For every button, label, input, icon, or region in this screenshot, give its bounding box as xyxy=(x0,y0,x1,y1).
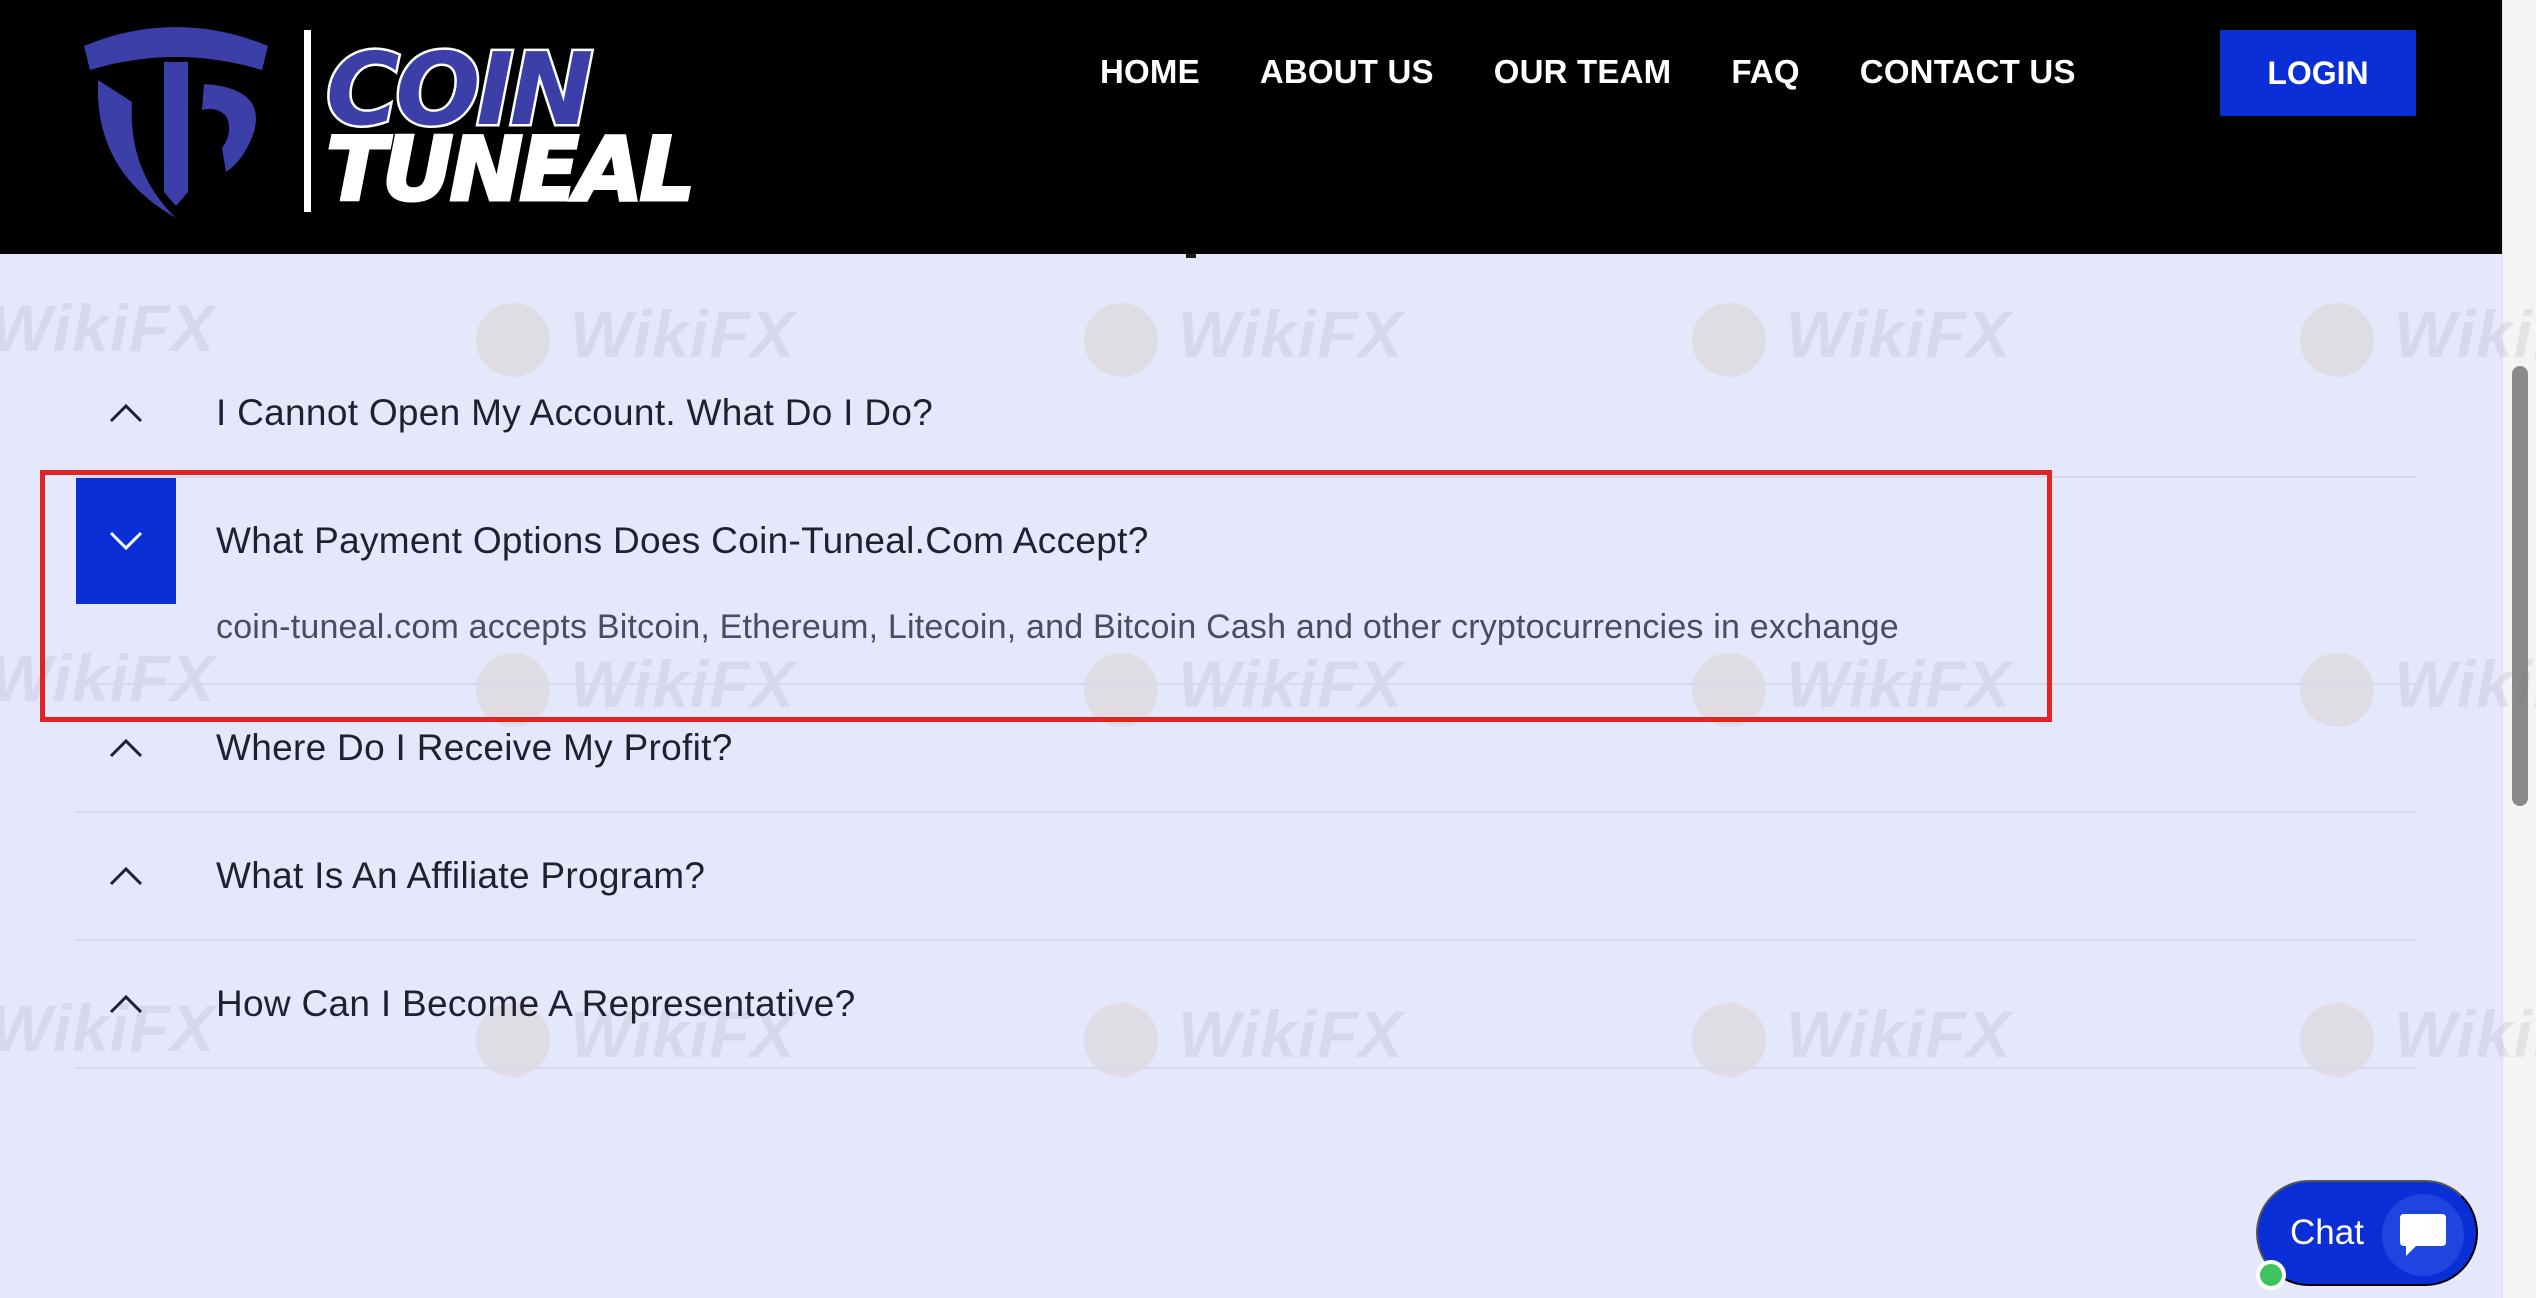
logo-word-tuneal: TUNEAL xyxy=(324,118,696,221)
page-scrollbar[interactable] xyxy=(2502,0,2536,1298)
faq-item: I Cannot Open My Account. What Do I Do? xyxy=(76,350,2416,478)
nav-about-us[interactable]: ABOUT US xyxy=(1260,52,1434,92)
faq-item: Where Do I Receive My Profit? xyxy=(76,685,2416,813)
faq-toggle[interactable] xyxy=(76,813,176,939)
faq-item-expanded: What Payment Options Does Coin-Tuneal.Co… xyxy=(76,478,2416,685)
faq-item: What Is An Affiliate Program? xyxy=(76,813,2416,941)
logo-divider xyxy=(304,30,311,212)
faq-question: What Is An Affiliate Program? xyxy=(216,855,706,896)
chevron-down-icon xyxy=(109,531,143,551)
faq-question-row[interactable]: I Cannot Open My Account. What Do I Do? xyxy=(76,350,2416,476)
nav-our-team[interactable]: OUR TEAM xyxy=(1494,52,1672,92)
faq-item: How Can I Become A Representative? xyxy=(76,941,2416,1069)
faq-question-row[interactable]: How Can I Become A Representative? xyxy=(76,941,2416,1067)
scrollbar-thumb[interactable] xyxy=(2512,366,2528,806)
faq-question-row[interactable]: Where Do I Receive My Profit? xyxy=(76,685,2416,811)
faq-question: How Can I Become A Representative? xyxy=(216,983,856,1024)
main-nav: HOME ABOUT US OUR TEAM FAQ CONTACT US xyxy=(1100,52,2076,92)
site-header: COIN TUNEAL HOME ABOUT US OUR TEAM FAQ C… xyxy=(0,0,2502,254)
shield-logo-icon xyxy=(84,27,268,218)
chat-button[interactable]: Chat xyxy=(2256,1180,2478,1286)
faq-toggle[interactable] xyxy=(76,941,176,1067)
faq-question: What Payment Options Does Coin-Tuneal.Co… xyxy=(216,520,1149,561)
chat-bubble-icon-wrap xyxy=(2382,1194,2464,1276)
nav-home[interactable]: HOME xyxy=(1100,52,1200,92)
chat-online-indicator xyxy=(2256,1260,2286,1290)
brand-logo[interactable]: COIN TUNEAL xyxy=(76,22,697,220)
faq-toggle[interactable] xyxy=(76,350,176,476)
faq-answer: coin-tuneal.com accepts Bitcoin, Ethereu… xyxy=(216,608,1899,646)
chevron-up-icon xyxy=(109,738,143,758)
chevron-up-icon xyxy=(109,994,143,1014)
faq-question: Where Do I Receive My Profit? xyxy=(216,727,733,768)
chevron-up-icon xyxy=(109,403,143,423)
chat-bubble-icon xyxy=(2400,1214,2446,1256)
login-button[interactable]: LOGIN xyxy=(2220,30,2416,116)
nav-faq[interactable]: FAQ xyxy=(1731,52,1799,92)
faq-question-row[interactable]: What Payment Options Does Coin-Tuneal.Co… xyxy=(76,478,2416,604)
faq-question-row[interactable]: What Is An Affiliate Program? xyxy=(76,813,2416,939)
faq-toggle[interactable] xyxy=(76,478,176,604)
chat-label: Chat xyxy=(2290,1213,2364,1252)
faq-toggle[interactable] xyxy=(76,685,176,811)
nav-contact-us[interactable]: CONTACT US xyxy=(1860,52,2076,92)
faq-question: I Cannot Open My Account. What Do I Do? xyxy=(216,392,934,433)
faq-accordion: I Cannot Open My Account. What Do I Do? … xyxy=(76,350,2416,1069)
chevron-up-icon xyxy=(109,866,143,886)
